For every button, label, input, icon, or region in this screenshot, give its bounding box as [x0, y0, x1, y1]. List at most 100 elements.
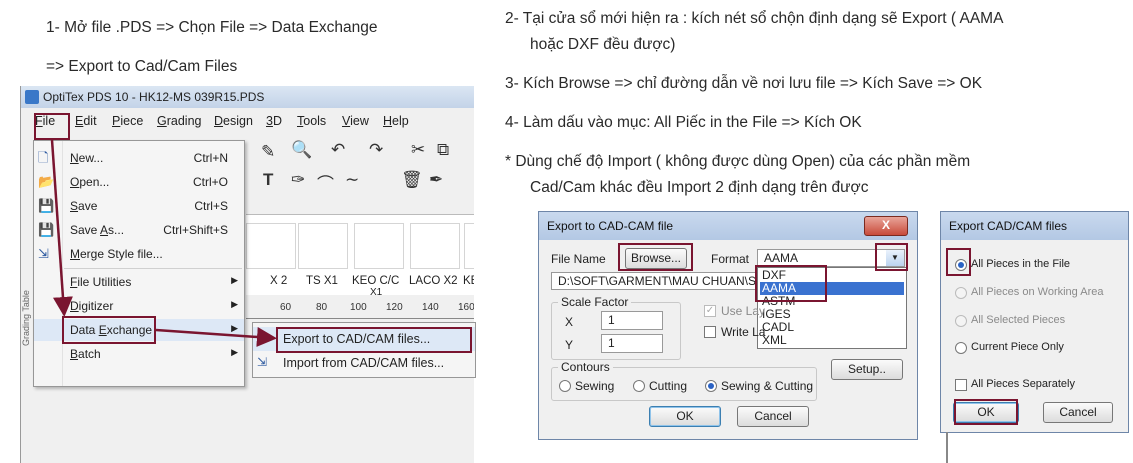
file-menu-save[interactable]: 💾 Save Ctrl+S: [34, 195, 244, 217]
redo-icon[interactable]: ↷: [369, 140, 383, 160]
file-menu: 🗋 New... Ctrl+N 📂 Open... Ctrl+O 💾 Save …: [33, 140, 245, 387]
contour-sewing-cutting-label: Sewing & Cutting: [721, 379, 814, 393]
digitizer-label: Digitizer: [70, 299, 114, 313]
new-file-icon: 🗋: [38, 150, 49, 165]
scale-y-input[interactable]: 1: [601, 334, 663, 353]
y-label: Y: [565, 338, 574, 352]
file-path-input[interactable]: D:\SOFT\GARMENT\MAU CHUAN\SO M: [551, 272, 757, 290]
note-line1: * Dùng chế độ Import ( không được dùng O…: [505, 153, 971, 170]
new-label: New...: [70, 151, 104, 165]
copy-icon[interactable]: ⧉: [437, 140, 449, 160]
file-menu-merge[interactable]: ⇲ Merge Style file...: [34, 243, 244, 265]
step4: 4- Làm dấu vào mục: All Piếc in the File…: [505, 114, 862, 131]
pieces-separately-label: All Pieces Separately: [971, 378, 1075, 390]
ruler-tick: 140: [422, 302, 439, 313]
all-selected-pieces-radio[interactable]: [955, 315, 967, 327]
export-dialog-title: Export to CAD-CAM file: [547, 219, 674, 233]
file-menu-batch[interactable]: Batch ▶: [34, 343, 244, 365]
write-layers-label: Write La: [721, 325, 766, 339]
menu-design[interactable]: Design: [214, 114, 253, 128]
current-piece-label: Current Piece Only: [971, 341, 1064, 353]
current-piece-radio[interactable]: [955, 342, 967, 354]
ruler-tick: 120: [386, 302, 403, 313]
piece-label: KEO L: [463, 275, 474, 287]
menu-edit[interactable]: Edit: [75, 114, 97, 128]
file-menu-open[interactable]: 📂 Open... Ctrl+O: [34, 171, 244, 193]
file-menu-save-as[interactable]: 💾 Save As... Ctrl+Shift+S: [34, 219, 244, 241]
contour-cutting-radio[interactable]: [633, 380, 645, 392]
import-label: Import from CAD/CAM files...: [283, 356, 445, 370]
menu-piece[interactable]: Piece: [112, 114, 143, 128]
pieces-separately-checkbox[interactable]: [955, 379, 967, 391]
piece-thumb[interactable]: [464, 223, 474, 269]
piece-label: LACO X2: [409, 275, 458, 287]
export-dialog-title-bar: Export to CAD-CAM file X: [539, 212, 917, 240]
piece-thumb[interactable]: [410, 223, 460, 269]
curve-tool-icon[interactable]: ∼: [345, 170, 359, 190]
format-value: AAMA: [764, 251, 799, 265]
files-dialog-title-bar: Export CAD/CAM files: [941, 212, 1128, 240]
submenu-arrow-icon: ▶: [231, 299, 238, 309]
ruler-tick: 80: [316, 302, 328, 313]
step2-line2: hoặc DXF đều được): [530, 36, 676, 53]
file-name-label: File Name: [551, 252, 606, 266]
menu-separator: [64, 268, 242, 269]
x-label: X: [565, 315, 574, 329]
highlight-data-exchange: [62, 316, 156, 344]
undo-icon[interactable]: ↶: [331, 140, 345, 160]
file-utilities-label: File Utilities: [70, 275, 132, 289]
pds-title-bar: OptiTex PDS 10 - HK12-MS 039R15.PDS: [21, 86, 474, 108]
highlight-files-ok: [954, 399, 1018, 425]
save-shortcut: Ctrl+S: [194, 199, 228, 213]
write-layers-checkbox[interactable]: [704, 326, 716, 338]
all-pieces-file-label: All Pieces in the File: [971, 258, 1071, 270]
files-cancel-button[interactable]: Cancel: [1043, 402, 1113, 423]
piece-thumb[interactable]: [298, 223, 348, 269]
delete-icon[interactable]: 🗑: [401, 170, 423, 190]
menu-grading[interactable]: Grading: [157, 114, 201, 128]
menu-bar: File Edit Piece Grading Design 3D Tools …: [21, 110, 474, 132]
piece-label: X 2: [270, 275, 288, 287]
contour-sewing-cutting-radio[interactable]: [705, 380, 717, 392]
nib-icon[interactable]: ✒: [429, 170, 443, 190]
ok-button[interactable]: OK: [649, 406, 721, 427]
highlight-browse: [618, 243, 693, 271]
export-icon: ⇱: [257, 331, 268, 345]
cut-icon[interactable]: ✂: [411, 140, 425, 160]
text-tool-icon[interactable]: T: [263, 170, 273, 190]
setup-button[interactable]: Setup..: [831, 359, 903, 380]
piece-label: KEO C/C: [352, 275, 400, 287]
tag-icon[interactable]: ✎: [261, 142, 275, 162]
file-menu-digitizer[interactable]: Digitizer ▶: [34, 295, 244, 317]
piece-thumb[interactable]: [354, 223, 404, 269]
menu-3d[interactable]: 3D: [266, 114, 282, 128]
highlight-export-item: [276, 327, 472, 353]
file-menu-new[interactable]: 🗋 New... Ctrl+N: [34, 147, 244, 169]
divider-line: [946, 432, 948, 463]
pen-tool-icon[interactable]: ✑: [291, 170, 305, 190]
piece-thumb[interactable]: [246, 223, 296, 269]
ruler: 60 80 100 120 140 160: [246, 300, 474, 319]
menu-view[interactable]: View: [342, 114, 369, 128]
save-as-label: Save As...: [70, 223, 125, 237]
zoom-icon[interactable]: 🔍: [291, 140, 312, 160]
save-as-icon: 💾: [38, 222, 55, 237]
submenu-arrow-icon: ▶: [231, 275, 238, 285]
highlight-all-pieces-radio: [946, 248, 971, 276]
contours-label: Contours: [558, 360, 613, 374]
menu-tools[interactable]: Tools: [297, 114, 326, 128]
close-icon[interactable]: X: [864, 216, 908, 236]
node-tool-icon[interactable]: ⌒: [317, 170, 334, 195]
menu-help[interactable]: Help: [383, 114, 409, 128]
ruler-tick: 60: [280, 302, 292, 313]
import-cadcam-item[interactable]: ⇲ Import from CAD/CAM files...: [253, 351, 475, 375]
use-layers-checkbox[interactable]: ✓: [704, 305, 716, 317]
format-option-xml[interactable]: XML: [760, 334, 904, 347]
step3: 3- Kích Browse => chỉ đường dẫn về nơi l…: [505, 75, 983, 92]
all-pieces-working-radio[interactable]: [955, 287, 967, 299]
scale-x-input[interactable]: 1: [601, 311, 663, 330]
contour-sewing-radio[interactable]: [559, 380, 571, 392]
file-menu-file-utilities[interactable]: File Utilities ▶: [34, 271, 244, 293]
cancel-button[interactable]: Cancel: [737, 406, 809, 427]
scale-factor-label: Scale Factor: [558, 295, 632, 309]
